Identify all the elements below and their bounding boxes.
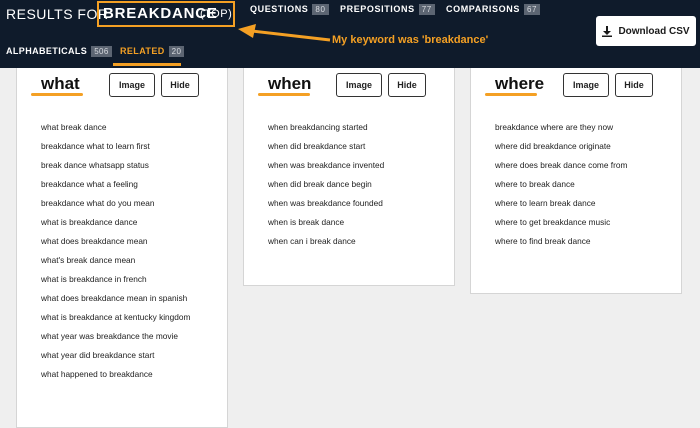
- list-item[interactable]: when was breakdance invented: [268, 158, 448, 172]
- column-card-when: when Image Hide when breakdancing starte…: [243, 68, 455, 286]
- download-csv-label: Download CSV: [618, 25, 690, 37]
- column-heading-underline: [258, 93, 310, 96]
- list-item[interactable]: when was breakdance founded: [268, 196, 448, 210]
- list-item[interactable]: where to learn break dance: [495, 196, 675, 210]
- hide-button[interactable]: Hide: [615, 73, 653, 97]
- column-card-where: where Image Hide breakdance where are th…: [470, 68, 682, 294]
- tab-comparisons[interactable]: COMPARISONS 67: [446, 4, 541, 15]
- list-item[interactable]: what's break dance mean: [41, 253, 221, 267]
- list-item[interactable]: when can i break dance: [268, 234, 448, 248]
- list-item[interactable]: when is break dance: [268, 215, 448, 229]
- column-heading: where: [495, 74, 545, 93]
- tab-questions-count: 80: [312, 4, 329, 15]
- keyword-tag: (TOP): [200, 8, 233, 20]
- column-heading-underline: [485, 93, 537, 96]
- tab-questions-label: QUESTIONS: [250, 4, 309, 14]
- list-item[interactable]: when breakdancing started: [268, 120, 448, 134]
- list-item[interactable]: breakdance what do you mean: [41, 196, 221, 210]
- list-item[interactable]: what happened to breakdance: [41, 367, 221, 381]
- results-header: RESULTS FOR BREAKDANCE (TOP) QUESTIONS 80…: [0, 0, 700, 68]
- tab-comparisons-count: 67: [523, 4, 541, 15]
- suggestion-list: when breakdancing started when did break…: [268, 120, 448, 253]
- hide-button[interactable]: Hide: [161, 73, 199, 97]
- image-button[interactable]: Image: [563, 73, 609, 97]
- list-item[interactable]: where to break dance: [495, 177, 675, 191]
- download-csv-button[interactable]: Download CSV: [596, 16, 696, 46]
- tab-comparisons-label: COMPARISONS: [446, 4, 520, 14]
- list-item[interactable]: where does break dance come from: [495, 158, 675, 172]
- list-item[interactable]: what is breakdance at kentucky kingdom: [41, 310, 221, 324]
- results-prefix: RESULTS FOR: [6, 6, 109, 22]
- list-item[interactable]: what break dance: [41, 120, 221, 134]
- tab-questions[interactable]: QUESTIONS 80: [250, 4, 329, 15]
- list-item[interactable]: when did break dance begin: [268, 177, 448, 191]
- image-button[interactable]: Image: [109, 73, 155, 97]
- tab-prepositions-count: 77: [418, 4, 435, 15]
- column-heading: what: [41, 74, 80, 93]
- column-card-what: what Image Hide what break dance breakda…: [16, 68, 228, 428]
- subtab-related-label: RELATED: [120, 46, 165, 56]
- subtab-alphabeticals[interactable]: ALPHABETICALS 506: [6, 46, 112, 57]
- tab-prepositions[interactable]: PREPOSITIONS 77: [340, 4, 435, 15]
- list-item[interactable]: what does breakdance mean in spanish: [41, 291, 221, 305]
- subtab-alphabeticals-count: 506: [91, 46, 112, 57]
- annotation-text: My keyword was 'breakdance': [332, 34, 489, 46]
- subtab-related[interactable]: RELATED 20: [120, 46, 185, 57]
- download-icon: [602, 25, 613, 37]
- column-heading: when: [268, 74, 312, 93]
- suggestion-list: what break dance breakdance what to lear…: [41, 120, 221, 386]
- suggestion-list: breakdance where are they now where did …: [495, 120, 675, 253]
- column-heading-underline: [31, 93, 83, 96]
- subtab-related-count: 20: [168, 46, 185, 57]
- list-item[interactable]: what is breakdance in french: [41, 272, 221, 286]
- subtab-alphabeticals-label: ALPHABETICALS: [6, 46, 88, 56]
- list-item[interactable]: breakdance where are they now: [495, 120, 675, 134]
- list-item[interactable]: breakdance what a feeling: [41, 177, 221, 191]
- list-item[interactable]: what does breakdance mean: [41, 234, 221, 248]
- annotation-arrow-icon: [238, 24, 331, 42]
- image-button[interactable]: Image: [336, 73, 382, 97]
- list-item[interactable]: break dance whatsapp status: [41, 158, 221, 172]
- active-subtab-underline: [113, 63, 181, 66]
- list-item[interactable]: breakdance what to learn first: [41, 139, 221, 153]
- tab-prepositions-label: PREPOSITIONS: [340, 4, 415, 14]
- list-item[interactable]: when did breakdance start: [268, 139, 448, 153]
- list-item[interactable]: what year was breakdance the movie: [41, 329, 221, 343]
- hide-button[interactable]: Hide: [388, 73, 426, 97]
- list-item[interactable]: what year did breakdance start: [41, 348, 221, 362]
- list-item[interactable]: what is breakdance dance: [41, 215, 221, 229]
- list-item[interactable]: where to find break dance: [495, 234, 675, 248]
- list-item[interactable]: where did breakdance originate: [495, 139, 675, 153]
- list-item[interactable]: where to get breakdance music: [495, 215, 675, 229]
